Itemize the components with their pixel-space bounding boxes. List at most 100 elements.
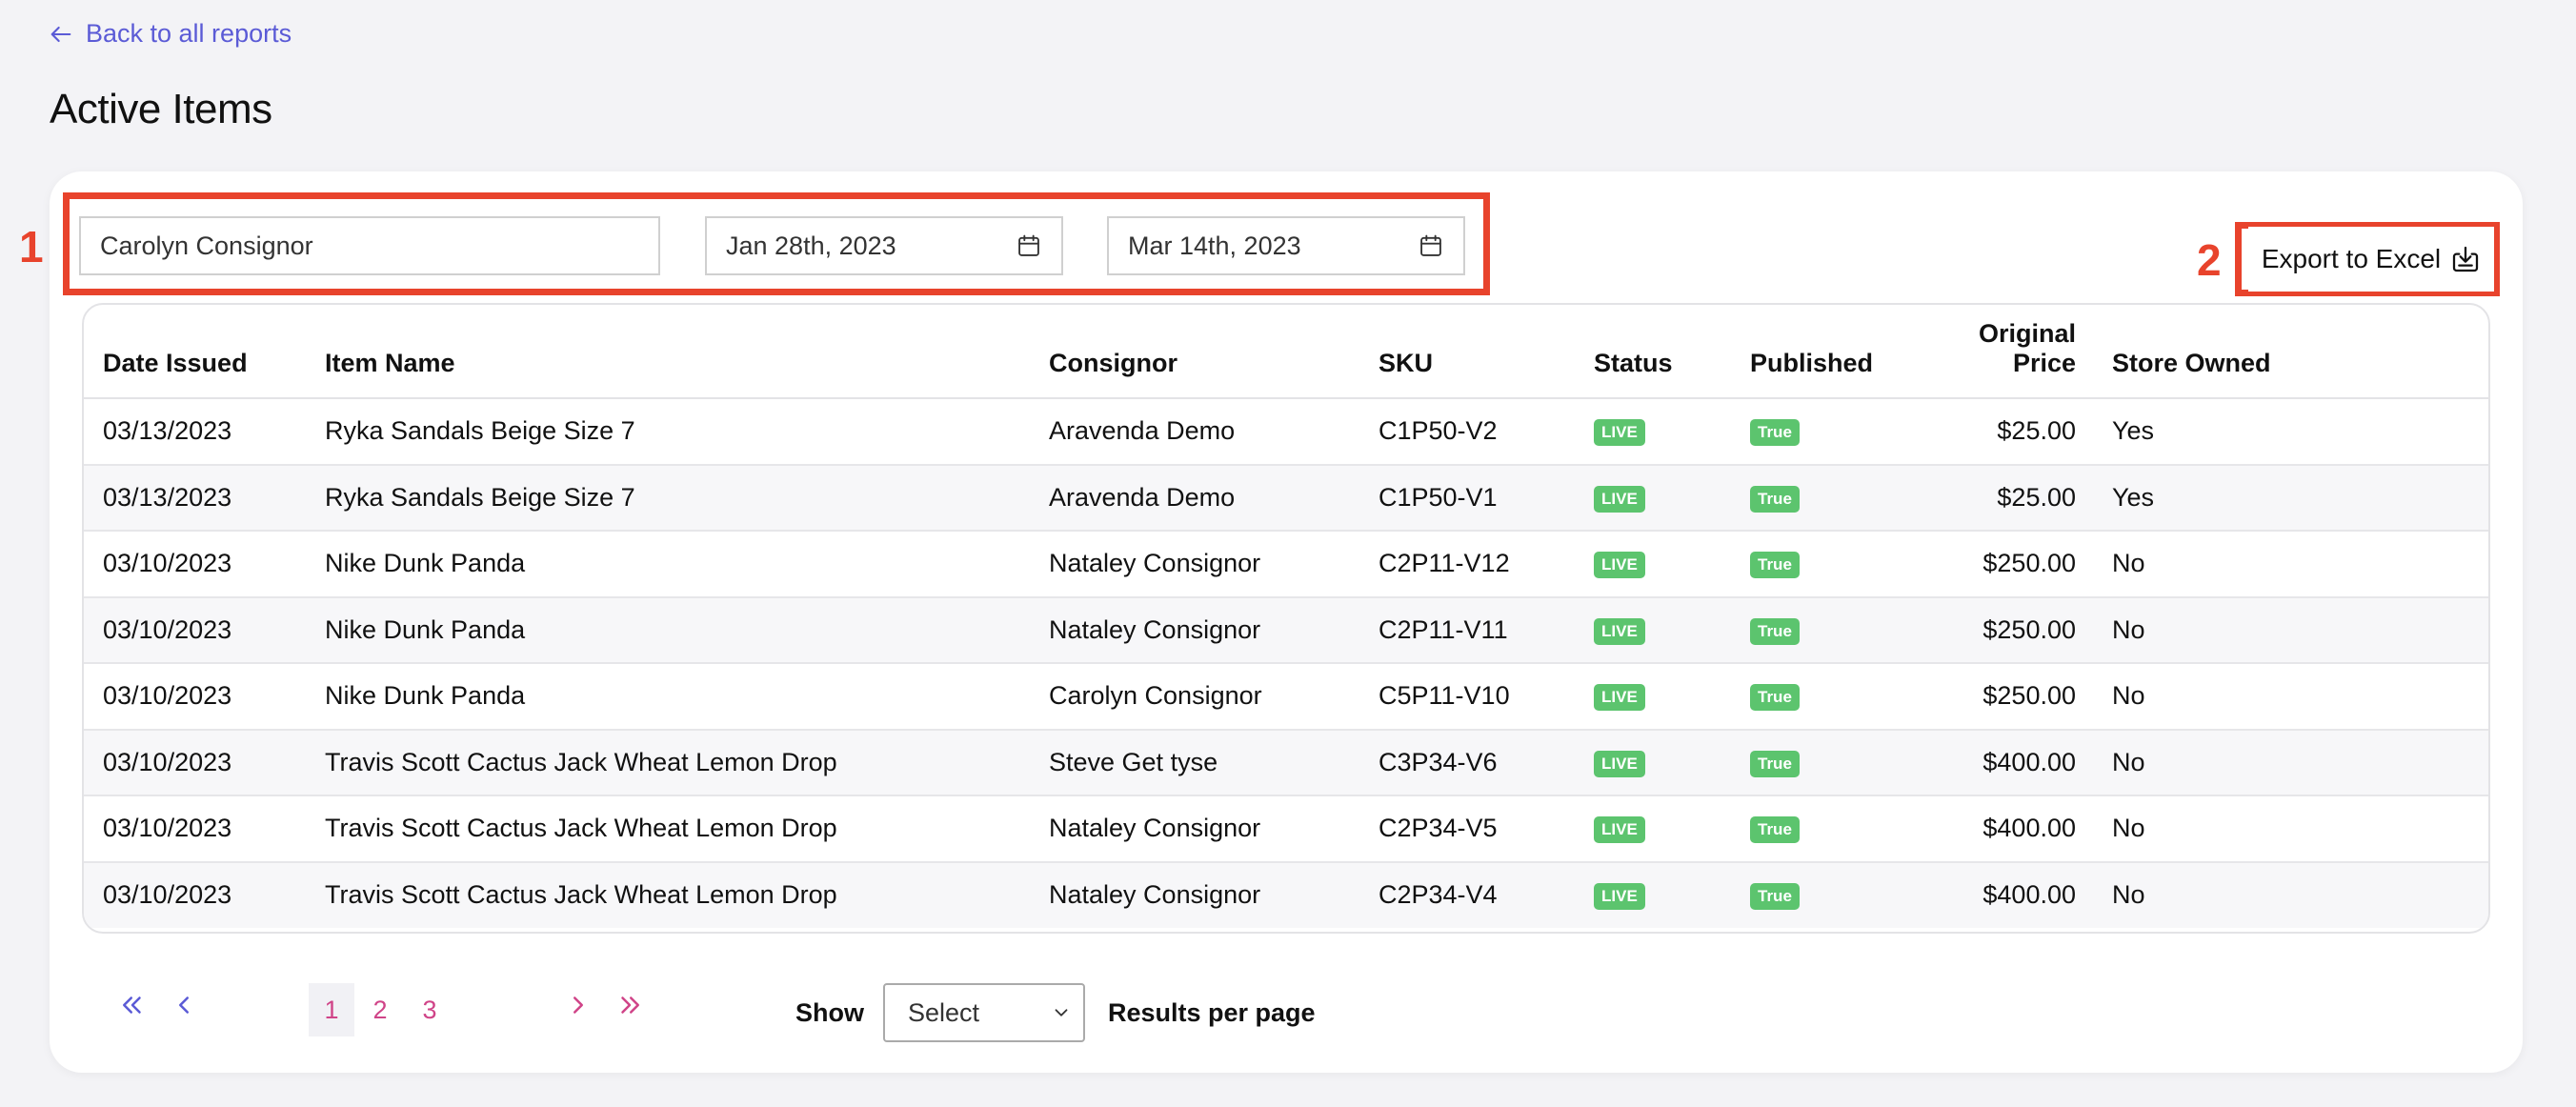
cell-date-issued: 03/10/2023 <box>84 663 325 731</box>
cell-original-price: $25.00 <box>1969 398 2112 466</box>
back-to-reports-link[interactable]: Back to all reports <box>48 19 292 49</box>
column-header-sku[interactable]: SKU <box>1379 305 1594 399</box>
column-header-consignor[interactable]: Consignor <box>1049 305 1379 399</box>
cell-consignor: Aravenda Demo <box>1049 398 1379 466</box>
table-row[interactable]: 03/10/2023 Travis Scott Cactus Jack Whea… <box>84 729 2488 796</box>
cell-item-name: Nike Dunk Panda <box>325 531 1049 598</box>
cell-sku: C2P11-V12 <box>1379 531 1594 598</box>
cell-original-price: $400.00 <box>1969 795 2112 863</box>
cell-consignor: Nataley Consignor <box>1049 531 1379 598</box>
cell-sku: C5P11-V10 <box>1379 663 1594 731</box>
active-items-table-container: Date Issued Item Name Consignor SKU Stat… <box>82 303 2490 934</box>
annotation-number-2: 2 <box>2197 235 2222 285</box>
consignor-field-value: Carolyn Consignor <box>100 231 313 260</box>
status-badge: LIVE <box>1594 419 1645 447</box>
cell-consignor: Carolyn Consignor <box>1049 663 1379 731</box>
start-date-value: Jan 28th, 2023 <box>726 231 896 260</box>
cell-store-owned: No <box>2112 663 2488 731</box>
show-label: Show <box>795 998 864 1027</box>
cell-sku: C3P34-V6 <box>1379 729 1594 796</box>
chevron-down-icon <box>1055 1009 1068 1016</box>
published-badge: True <box>1750 419 1800 447</box>
start-date-field[interactable]: Jan 28th, 2023 <box>705 216 1063 275</box>
published-badge: True <box>1750 552 1800 579</box>
table-row[interactable]: 03/10/2023 Travis Scott Cactus Jack Whea… <box>84 861 2488 928</box>
end-date-value: Mar 14th, 2023 <box>1128 231 1301 260</box>
status-badge: LIVE <box>1594 750 1645 777</box>
column-header-date-issued[interactable]: Date Issued <box>84 305 325 399</box>
status-badge: LIVE <box>1594 684 1645 712</box>
status-badge: LIVE <box>1594 552 1645 579</box>
cell-sku: C1P50-V2 <box>1379 398 1594 466</box>
cell-consignor: Nataley Consignor <box>1049 795 1379 863</box>
status-badge: LIVE <box>1594 883 1645 911</box>
cell-item-name: Ryka Sandals Beige Size 7 <box>325 464 1049 532</box>
page-title: Active Items <box>50 86 272 132</box>
table-row[interactable]: 03/10/2023 Nike Dunk Panda Carolyn Consi… <box>84 663 2488 731</box>
cell-date-issued: 03/10/2023 <box>84 861 325 928</box>
published-badge: True <box>1750 684 1800 712</box>
chevron-right-icon[interactable] <box>564 991 593 1019</box>
column-header-published[interactable]: Published <box>1750 305 1969 399</box>
results-per-page-select[interactable]: Select <box>883 983 1085 1042</box>
column-header-status[interactable]: Status <box>1594 305 1750 399</box>
cell-consignor: Steve Get tyse <box>1049 729 1379 796</box>
cell-store-owned: Yes <box>2112 398 2488 466</box>
cell-original-price: $250.00 <box>1969 531 2112 598</box>
status-badge: LIVE <box>1594 485 1645 513</box>
cell-original-price: $250.00 <box>1969 596 2112 664</box>
cell-sku: C1P50-V1 <box>1379 464 1594 532</box>
status-badge: LIVE <box>1594 617 1645 645</box>
cell-original-price: $400.00 <box>1969 729 2112 796</box>
cell-item-name: Travis Scott Cactus Jack Wheat Lemon Dro… <box>325 729 1049 796</box>
arrow-left-icon <box>50 26 71 42</box>
cell-store-owned: Yes <box>2112 464 2488 532</box>
export-button-label: Export to Excel <box>2261 244 2442 273</box>
table-row[interactable]: 03/10/2023 Travis Scott Cactus Jack Whea… <box>84 795 2488 863</box>
active-items-table: Date Issued Item Name Consignor SKU Stat… <box>84 305 2488 928</box>
select-value: Select <box>908 997 980 1027</box>
chevron-left-icon[interactable] <box>170 991 198 1019</box>
cell-sku: C2P34-V4 <box>1379 861 1594 928</box>
cell-sku: C2P34-V5 <box>1379 795 1594 863</box>
double-chevron-right-icon[interactable] <box>615 991 644 1019</box>
column-header-original-price[interactable]: Original Price <box>1969 305 2112 399</box>
published-badge: True <box>1750 883 1800 911</box>
cell-consignor: Aravenda Demo <box>1049 464 1379 532</box>
end-date-field[interactable]: Mar 14th, 2023 <box>1107 216 1465 275</box>
cell-original-price: $25.00 <box>1969 464 2112 532</box>
calendar-icon[interactable] <box>1418 232 1444 259</box>
calendar-icon[interactable] <box>1016 232 1042 259</box>
page-number-2[interactable]: 2 <box>366 983 394 1037</box>
published-badge: True <box>1750 750 1800 777</box>
cell-item-name: Travis Scott Cactus Jack Wheat Lemon Dro… <box>325 861 1049 928</box>
table-row[interactable]: 03/10/2023 Nike Dunk Panda Nataley Consi… <box>84 531 2488 598</box>
column-header-item-name[interactable]: Item Name <box>325 305 1049 399</box>
double-chevron-left-icon[interactable] <box>118 991 147 1019</box>
page-number-1[interactable]: 1 <box>309 983 354 1037</box>
results-per-page-label: Results per page <box>1108 998 1316 1027</box>
cell-date-issued: 03/10/2023 <box>84 795 325 863</box>
export-to-excel-button[interactable]: Export to Excel <box>2248 227 2494 292</box>
cell-date-issued: 03/10/2023 <box>84 729 325 796</box>
cell-consignor: Nataley Consignor <box>1049 861 1379 928</box>
cell-consignor: Nataley Consignor <box>1049 596 1379 664</box>
cell-date-issued: 03/13/2023 <box>84 464 325 532</box>
annotation-number-1: 1 <box>19 222 44 272</box>
table-row[interactable]: 03/13/2023 Ryka Sandals Beige Size 7 Ara… <box>84 464 2488 532</box>
published-badge: True <box>1750 816 1800 844</box>
cell-store-owned: No <box>2112 596 2488 664</box>
table-row[interactable]: 03/10/2023 Nike Dunk Panda Nataley Consi… <box>84 596 2488 664</box>
cell-date-issued: 03/10/2023 <box>84 531 325 598</box>
cell-date-issued: 03/13/2023 <box>84 398 325 466</box>
column-header-store-owned[interactable]: Store Owned <box>2112 305 2488 399</box>
published-badge: True <box>1750 485 1800 513</box>
published-badge: True <box>1750 617 1800 645</box>
cell-item-name: Travis Scott Cactus Jack Wheat Lemon Dro… <box>325 795 1049 863</box>
table-row[interactable]: 03/13/2023 Ryka Sandals Beige Size 7 Ara… <box>84 398 2488 466</box>
cell-store-owned: No <box>2112 531 2488 598</box>
page-number-3[interactable]: 3 <box>415 983 444 1037</box>
consignor-field[interactable]: Carolyn Consignor <box>79 216 660 275</box>
cell-item-name: Nike Dunk Panda <box>325 596 1049 664</box>
cell-original-price: $400.00 <box>1969 861 2112 928</box>
